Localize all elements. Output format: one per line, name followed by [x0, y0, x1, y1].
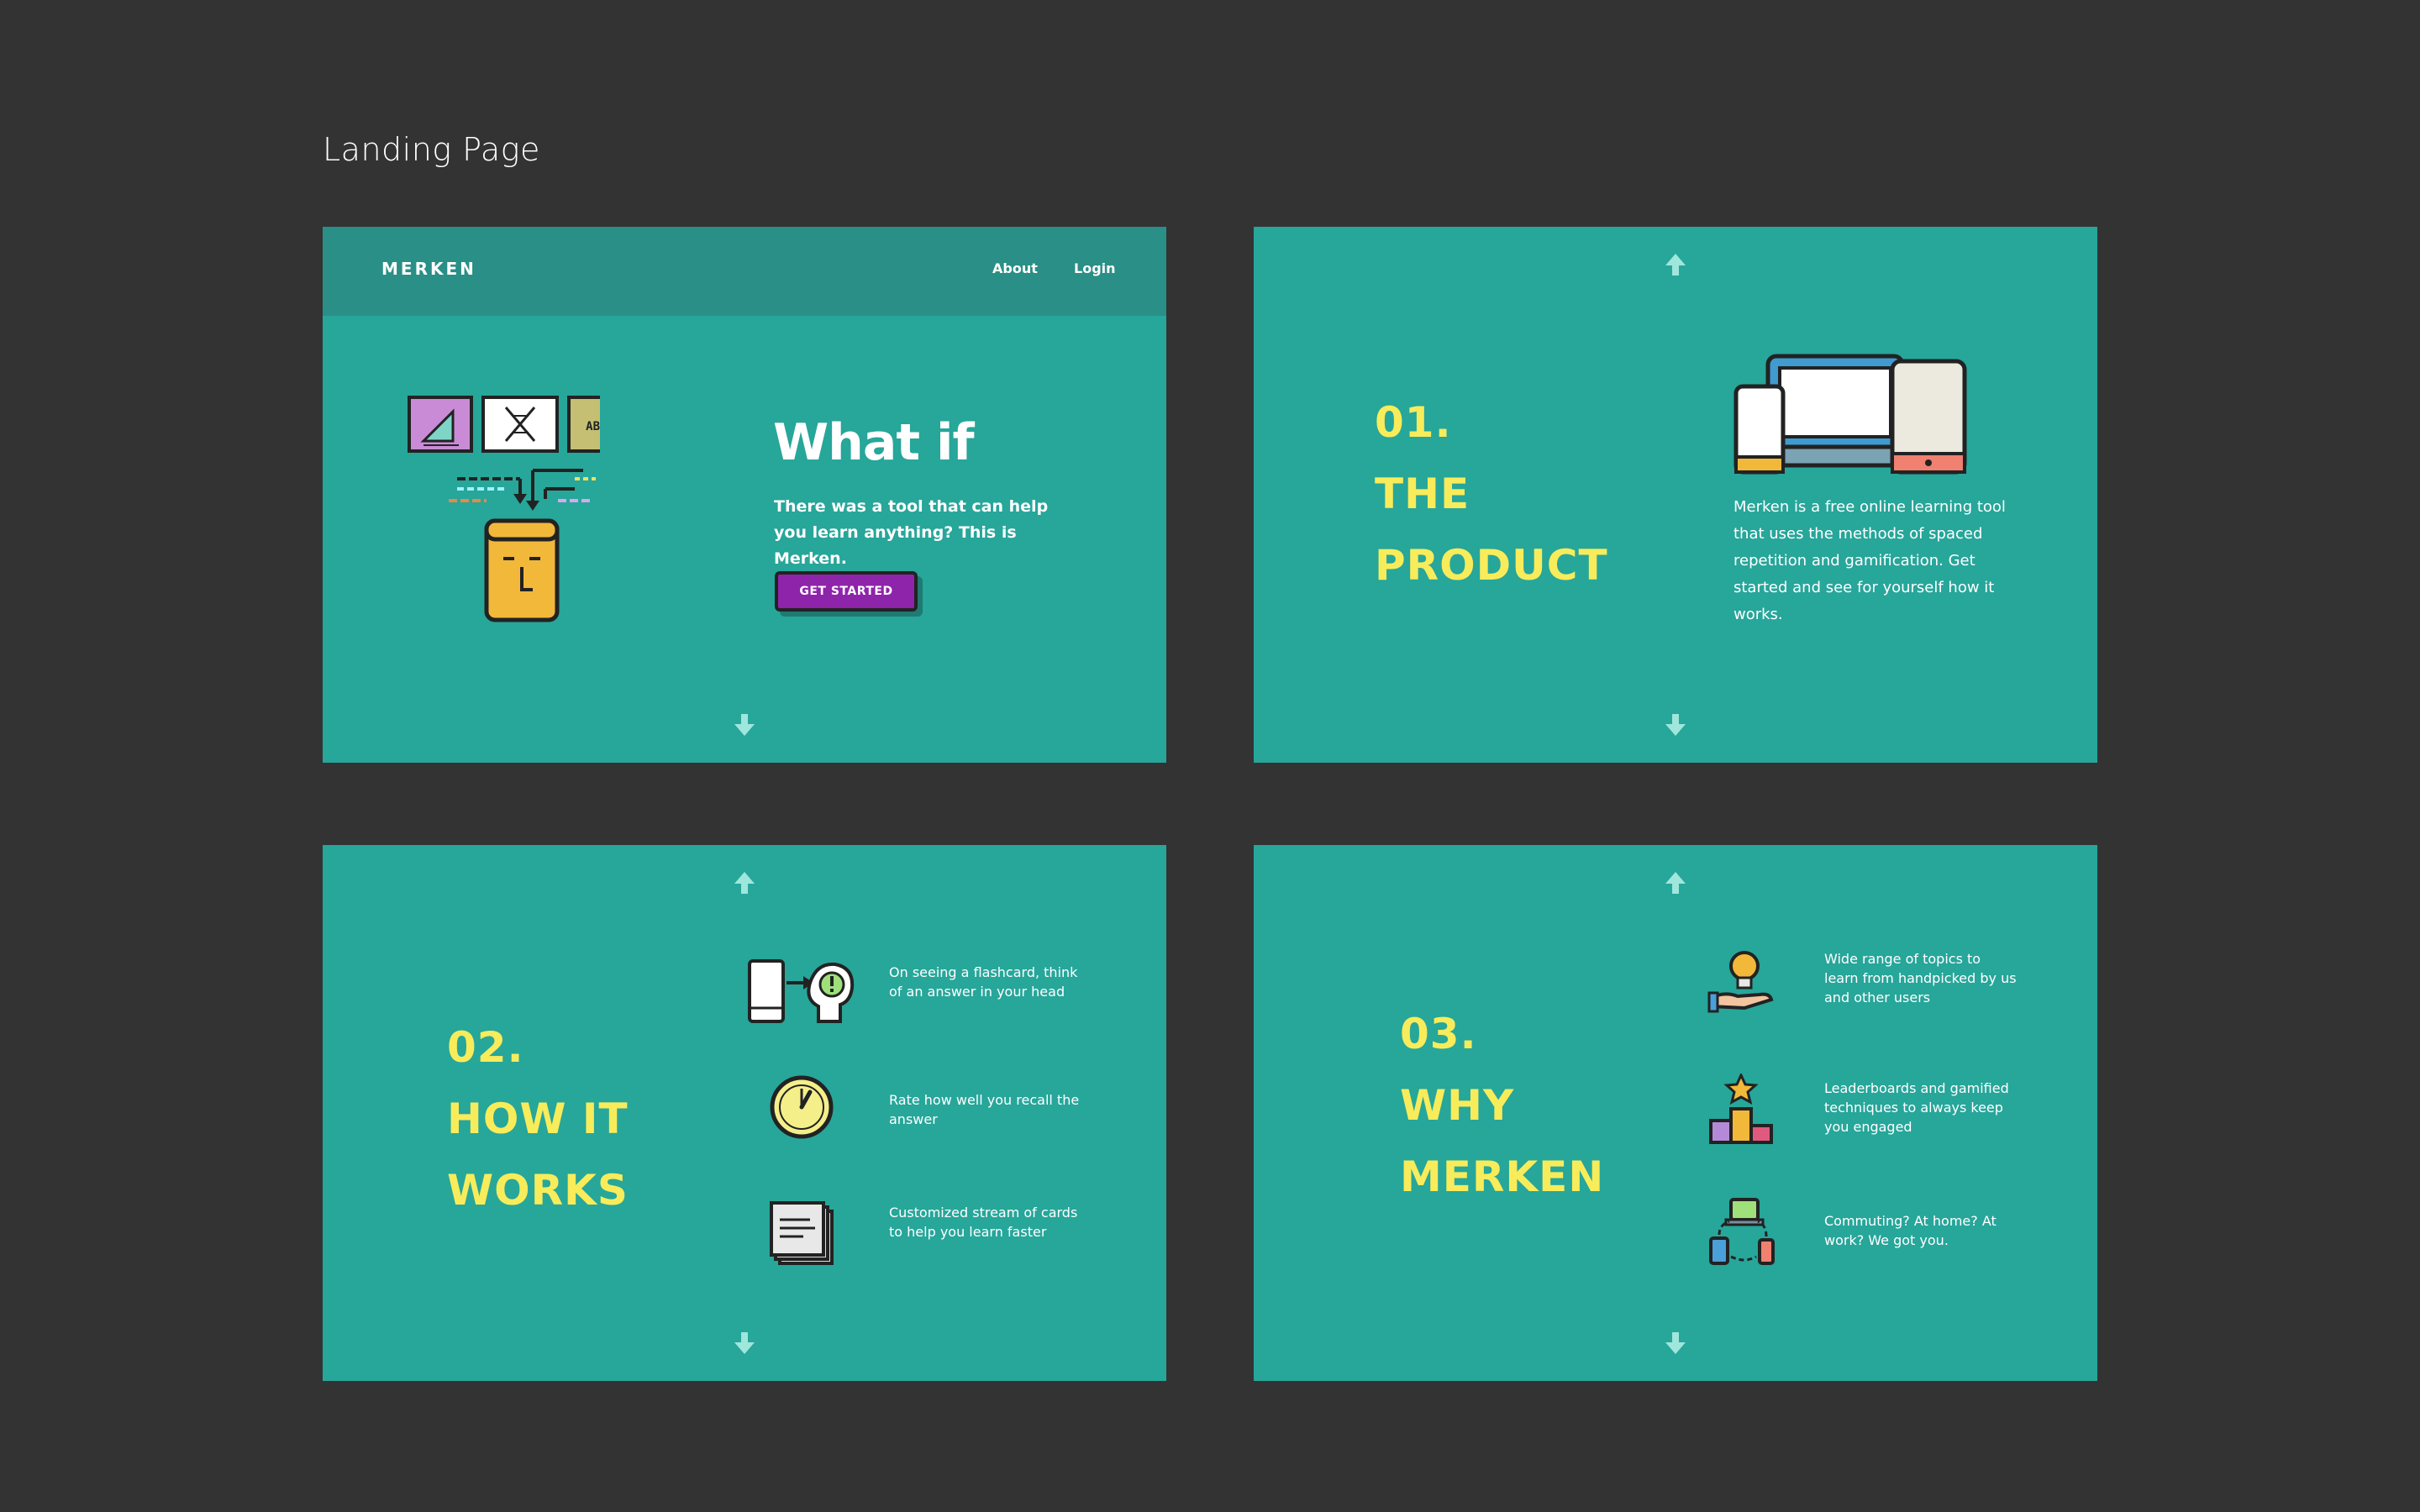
card-stack-icon [770, 1201, 834, 1265]
hero-panel: MERKEN About Login ABCD [323, 227, 1166, 763]
step-text: On seeing a flashcard, think of an answe… [889, 964, 1078, 1000]
why-merken-panel: 03. WHY MERKEN Wide range of topics to l… [1254, 845, 2097, 1381]
devices-sync-icon [1709, 1198, 1775, 1265]
section-number: 03. [1400, 1010, 1477, 1058]
dna-card-icon [481, 396, 559, 453]
section-title-line2: MERKEN [1400, 1152, 1605, 1201]
reason-text: Wide range of topics to learn from handp… [1824, 951, 2017, 1005]
funnel-arrows-icon [449, 469, 596, 511]
nav-about-link[interactable]: About [992, 260, 1038, 276]
section-title-line1: HOW IT [447, 1095, 629, 1143]
section-title-line2: WORKS [447, 1166, 629, 1215]
navbar: MERKEN About Login [323, 227, 1166, 316]
brand-logo[interactable]: MERKEN [381, 259, 476, 279]
section-number: 01. [1375, 398, 1452, 447]
scroll-up-arrow-icon[interactable] [732, 870, 757, 895]
hero-title: What if [773, 413, 975, 472]
hero-subtitle: There was a tool that can help you learn… [774, 497, 1049, 568]
section-title-line1: WHY [1400, 1081, 1515, 1130]
scroll-down-arrow-icon[interactable] [732, 712, 757, 738]
section-title-line2: PRODUCT [1375, 541, 1608, 590]
nav-login-link[interactable]: Login [1074, 260, 1116, 276]
smiling-book-icon [484, 518, 560, 622]
reason-text: Commuting? At home? At work? We got you. [1824, 1213, 1996, 1248]
scroll-up-arrow-icon[interactable] [1663, 252, 1688, 277]
abcd-card-icon: ABCD [567, 396, 600, 453]
get-started-button[interactable]: GET STARTED [775, 571, 918, 612]
page-heading: Landing Page [323, 131, 540, 168]
section-number: 02. [447, 1023, 524, 1072]
scroll-up-arrow-icon[interactable] [1663, 870, 1688, 895]
devices-icon [1733, 354, 1967, 475]
how-it-works-panel: 02. HOW IT WORKS On seeing a flashcard, … [323, 845, 1166, 1381]
scroll-down-arrow-icon[interactable] [732, 1331, 757, 1356]
lightbulb-hand-icon [1707, 951, 1774, 1013]
step-text: Customized stream of cards to help you l… [889, 1205, 1078, 1240]
scroll-down-arrow-icon[interactable] [1663, 712, 1688, 738]
product-description: Merken is a free online learning tool th… [1733, 498, 2006, 623]
hero-illustration: ABCD [408, 396, 600, 622]
svg-text:ABCD: ABCD [586, 420, 600, 433]
flashcard-think-icon [748, 959, 855, 1023]
podium-icon [1709, 1074, 1773, 1144]
section-title-line1: THE [1375, 470, 1470, 518]
reason-text: Leaderboards and gamified techniques to … [1824, 1080, 2009, 1135]
geometry-card-icon [408, 396, 473, 453]
scroll-down-arrow-icon[interactable] [1663, 1331, 1688, 1356]
step-text: Rate how well you recall the answer [889, 1092, 1080, 1127]
product-panel: 01. THE PRODUCT Merken is a free online … [1254, 227, 2097, 763]
gauge-icon [770, 1075, 834, 1139]
